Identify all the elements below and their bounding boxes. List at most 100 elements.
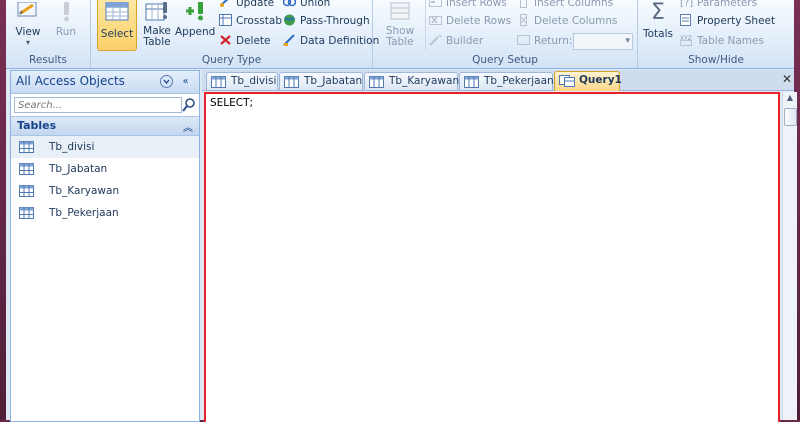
update-button[interactable]: Update (219, 0, 274, 12)
collapse-section-icon[interactable]: ︽ (183, 119, 193, 134)
results-group-label: Results (29, 54, 67, 66)
select-query-button[interactable]: Select (97, 0, 137, 51)
show-table-button[interactable]: Show Table (377, 0, 423, 50)
show-hide-group: Σ Totals [?] Parameters Property Sheet XY… (638, 0, 794, 68)
query-icon (559, 75, 575, 93)
nav-item-label: Tb_divisi (49, 141, 95, 153)
table-icon (19, 207, 35, 222)
view-icon (15, 1, 41, 24)
insert-rows-icon (429, 0, 442, 8)
sql-text-area[interactable]: SELECT; (210, 97, 750, 397)
nav-pane-title: All Access Objects (16, 74, 125, 88)
nav-item-tb-divisi[interactable]: Tb_divisi (11, 136, 199, 158)
return-icon (517, 34, 530, 46)
union-icon (282, 0, 297, 8)
query-setup-group: Show Table Insert Rows Delete Rows Build… (373, 0, 638, 68)
select-label: Select (100, 28, 134, 40)
data-definition-button[interactable]: Data Definition (283, 32, 379, 50)
delete-rows-button[interactable]: Delete Rows (429, 12, 511, 30)
return-label-row: Return: (517, 32, 572, 50)
svg-text:[?]: [?] (680, 0, 693, 8)
show-table-icon (387, 2, 413, 24)
tables-section-header[interactable]: Tables ︽ (11, 116, 199, 136)
search-icon[interactable] (182, 97, 196, 112)
select-query-icon (104, 1, 130, 24)
nav-item-label: Tb_Karyawan (49, 185, 120, 197)
return-combo[interactable] (573, 33, 633, 50)
table-names-icon: XYZ (680, 34, 693, 46)
nav-item-tb-jabatan[interactable]: Tb_Jabatan (11, 158, 199, 180)
totals-button[interactable]: Σ Totals (640, 0, 676, 50)
nav-item-label: Tb_Jabatan (49, 163, 108, 175)
tables-section-title: Tables (17, 119, 57, 132)
table-names-button[interactable]: XYZ Table Names (680, 32, 764, 50)
query-setup-group-label: Query Setup (472, 54, 538, 66)
table-icon (19, 163, 35, 178)
editor-vertical-scrollbar[interactable]: ▲ (782, 92, 797, 420)
crosstab-button[interactable]: Crosstab (219, 12, 282, 30)
query-type-group-label: Query Type (201, 54, 262, 66)
view-label: View (15, 26, 41, 38)
tab-tb-divisi[interactable]: Tb_divisi (206, 72, 278, 90)
union-button[interactable]: Union (282, 0, 330, 12)
nav-pane-header[interactable]: All Access Objects « (11, 71, 199, 94)
append-button[interactable]: Append (175, 0, 215, 50)
property-sheet-button[interactable]: Property Sheet (680, 12, 775, 30)
globe-icon (283, 14, 296, 26)
update-icon (219, 0, 232, 8)
show-hide-group-label: Show/Hide (688, 54, 744, 66)
builder-wand-icon (429, 34, 442, 46)
nav-menu-chevron-icon[interactable] (159, 74, 174, 89)
parameters-button[interactable]: [?] Parameters (680, 0, 757, 12)
nav-item-tb-pekerjaan[interactable]: Tb_Pekerjaan (11, 202, 199, 224)
sql-editor[interactable]: SELECT; (204, 92, 780, 422)
delete-query-button[interactable]: Delete (219, 32, 271, 50)
scroll-up-arrow-icon[interactable]: ▲ (784, 92, 796, 104)
append-icon (182, 2, 208, 24)
insert-rows-button[interactable]: Insert Rows (429, 0, 507, 12)
ribbon: View ▾ Run Results Select Make Table App… (6, 0, 794, 69)
tab-tb-jabatan[interactable]: Tb_Jabatan (279, 72, 363, 90)
query-type-group: Select Make Table Append Update Crosstab… (91, 0, 379, 68)
parameters-icon: [?] (680, 0, 693, 9)
make-table-label: Make Table (143, 25, 171, 48)
view-button[interactable]: View ▾ (8, 0, 48, 50)
nav-item-tb-karyawan[interactable]: Tb_Karyawan (11, 180, 199, 202)
nav-search-row (11, 94, 199, 116)
document-tab-bar: Tb_divisi Tb_Jabatan Tb_Karyawan Tb_Peke… (202, 70, 794, 91)
nav-search-input[interactable] (14, 97, 182, 113)
make-table-icon (144, 2, 170, 24)
show-table-label: Show Table (385, 25, 415, 48)
totals-label: Totals (643, 28, 673, 40)
builder-button[interactable]: Builder (429, 32, 483, 50)
delete-rows-icon (429, 14, 442, 26)
pass-through-button[interactable]: Pass-Through (283, 12, 370, 30)
delete-columns-icon (517, 14, 530, 26)
tab-tb-karyawan[interactable]: Tb_Karyawan (364, 72, 459, 90)
delete-icon (219, 34, 232, 46)
run-label: Run (55, 26, 77, 38)
append-label: Append (175, 26, 216, 38)
query-setup-divider (425, 0, 426, 50)
run-icon (53, 2, 79, 24)
nav-item-label: Tb_Pekerjaan (49, 207, 119, 219)
tab-query1[interactable]: Query1 (554, 71, 622, 93)
make-table-button[interactable]: Make Table (137, 0, 177, 50)
results-group: View ▾ Run Results (6, 0, 91, 68)
data-definition-icon (283, 34, 296, 46)
close-document-icon[interactable]: ✕ (782, 72, 792, 86)
run-button[interactable]: Run (46, 0, 86, 50)
nav-collapse-icon[interactable]: « (178, 74, 193, 89)
table-icon (19, 141, 35, 156)
crosstab-icon (219, 14, 232, 26)
insert-columns-icon (517, 0, 530, 8)
access-app-window: View ▾ Run Results Select Make Table App… (6, 0, 797, 422)
sigma-icon: Σ (651, 0, 665, 25)
scroll-thumb[interactable] (784, 108, 797, 126)
navigation-pane: All Access Objects « Tables ︽ Tb_divisi … (10, 70, 200, 422)
property-sheet-icon (680, 14, 693, 26)
delete-columns-button[interactable]: Delete Columns (517, 12, 618, 30)
tab-tb-pekerjaan[interactable]: Tb_Pekerjaan (459, 72, 554, 90)
view-dropdown-arrow[interactable]: ▾ (8, 38, 48, 47)
insert-columns-button[interactable]: Insert Columns (517, 0, 613, 12)
